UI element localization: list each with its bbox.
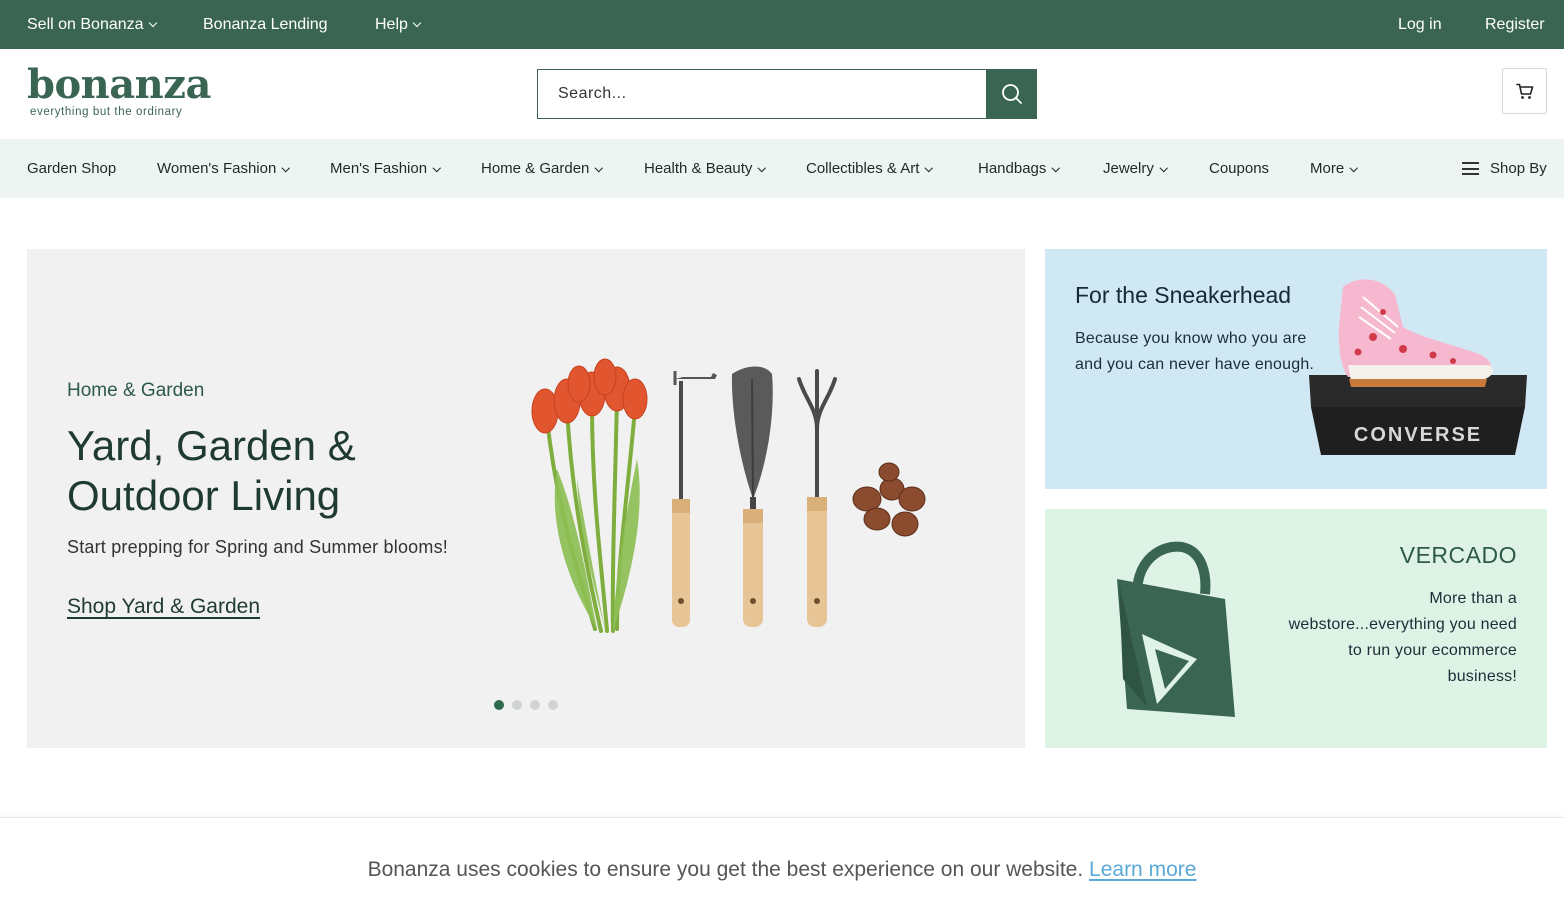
bonanza-lending-link[interactable]: Bonanza Lending: [203, 0, 328, 49]
nav-label: Handbags: [978, 160, 1047, 177]
cart-button[interactable]: [1502, 68, 1547, 114]
shop-by-label: Shop By: [1490, 160, 1547, 177]
chevron-down-icon: [1350, 163, 1358, 172]
chevron-down-icon: [432, 163, 441, 172]
chevron-down-icon: [595, 163, 604, 172]
carousel-dot-3[interactable]: [530, 700, 540, 710]
help-menu[interactable]: Help: [375, 0, 422, 49]
bonanza-logo[interactable]: bonanza everything but the ordinary: [27, 61, 211, 122]
login-link[interactable]: Log in: [1398, 0, 1442, 49]
chevron-down-icon: [1159, 163, 1168, 172]
carousel-dots: [494, 700, 558, 712]
nav-label: More: [1310, 160, 1345, 177]
garden-tools-image: [531, 358, 926, 633]
nav-health-beauty[interactable]: Health & Beauty: [644, 139, 767, 198]
vercado-promo[interactable]: VERCADO More than a webstore...everythin…: [1045, 509, 1547, 748]
cookie-text: Bonanza uses cookies to ensure you get t…: [367, 858, 1084, 881]
nav-label: Coupons: [1209, 160, 1270, 177]
top-bar: Sell on Bonanza Bonanza Lending Help Log…: [0, 0, 1564, 49]
nav-label: Home & Garden: [481, 160, 590, 177]
nav-label: Health & Beauty: [644, 160, 753, 177]
sneakerhead-title: For the Sneakerhead: [1075, 282, 1292, 308]
nav-label: Collectibles & Art: [806, 160, 920, 177]
chevron-down-icon: [282, 163, 290, 172]
nav-coupons[interactable]: Coupons: [1209, 139, 1269, 198]
vercado-bag-logo: [1117, 541, 1235, 717]
nav-womens-fashion[interactable]: Women's Fashion: [157, 139, 290, 198]
site-header: bonanza everything but the ordinary: [0, 49, 1564, 139]
vercado-title: VERCADO: [1399, 542, 1517, 568]
converse-sneaker-image: CONVERSE: [1309, 279, 1527, 455]
cookie-banner: Bonanza uses cookies to ensure you get t…: [0, 817, 1564, 914]
hero-category: Home & Garden: [67, 380, 205, 401]
chevron-down-icon: [925, 163, 934, 172]
chevron-down-icon: [148, 18, 157, 28]
sneakerhead-promo[interactable]: For the Sneakerhead Because you know who…: [1045, 249, 1547, 489]
hero-subtitle: Start prepping for Spring and Summer blo…: [67, 537, 448, 557]
nav-label: Women's Fashion: [157, 160, 277, 177]
nav-mens-fashion[interactable]: Men's Fashion: [330, 139, 441, 198]
sneakerhead-text: Because you know who you are and you can…: [1075, 330, 1315, 373]
hero-title: Yard, Garden & Outdoor Living: [67, 422, 356, 519]
carousel-dot-1[interactable]: [494, 700, 504, 710]
nav-more[interactable]: More: [1310, 139, 1358, 198]
shop-yard-garden-link[interactable]: Shop Yard & Garden: [67, 595, 260, 619]
carousel-dot-2[interactable]: [512, 700, 522, 710]
learn-more-link[interactable]: Learn more: [1089, 858, 1196, 881]
sell-on-bonanza-label: Sell on Bonanza: [27, 16, 144, 33]
nav-jewelry[interactable]: Jewelry: [1103, 139, 1168, 198]
nav-collectibles-art[interactable]: Collectibles & Art: [806, 139, 934, 198]
carousel-dot-4[interactable]: [548, 700, 558, 710]
nav-handbags[interactable]: Handbags: [978, 139, 1061, 198]
nav-label: Garden Shop: [27, 160, 117, 177]
nav-label: Men's Fashion: [330, 160, 428, 177]
help-label: Help: [375, 16, 408, 33]
vercado-text: More than a webstore...everything you ne…: [1288, 590, 1517, 685]
search-bar: [537, 69, 1037, 119]
search-icon: [1001, 84, 1022, 104]
chevron-down-icon: [412, 18, 422, 28]
search-button[interactable]: [986, 69, 1037, 119]
shop-by-button[interactable]: Shop By: [1462, 139, 1547, 198]
chevron-down-icon: [758, 163, 767, 172]
nav-garden-shop[interactable]: Garden Shop: [27, 139, 116, 198]
sell-on-bonanza-menu[interactable]: Sell on Bonanza: [27, 0, 157, 49]
register-link[interactable]: Register: [1485, 0, 1545, 49]
hamburger-menu-icon: [1462, 162, 1479, 175]
logo-wordmark: bonanza: [27, 61, 211, 108]
cart-icon: [1515, 83, 1533, 99]
search-input[interactable]: [537, 69, 987, 119]
logo-tagline: everything but the ordinary: [30, 106, 183, 118]
converse-box-brand: CONVERSE: [1354, 424, 1482, 446]
chevron-down-icon: [1052, 163, 1061, 172]
cookie-message: Bonanza uses cookies to ensure you get t…: [0, 858, 1564, 882]
nav-label: Jewelry: [1103, 160, 1154, 177]
hero-carousel: Home & Garden Yard, Garden & Outdoor Liv…: [27, 249, 1025, 748]
nav-home-garden[interactable]: Home & Garden: [481, 139, 604, 198]
category-nav: Garden Shop Women's Fashion Men's Fashio…: [0, 139, 1564, 198]
